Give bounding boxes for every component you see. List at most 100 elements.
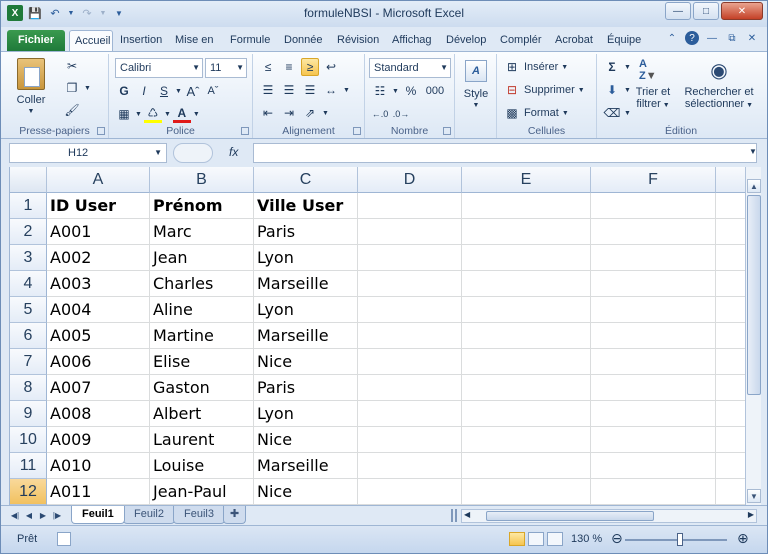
cell[interactable]	[591, 271, 716, 297]
zoom-slider-thumb[interactable]	[677, 533, 683, 546]
cell[interactable]	[358, 427, 462, 453]
column-header-a[interactable]: A	[47, 167, 150, 193]
spreadsheet-grid[interactable]: A B C D E F 1 ID User Prénom Ville User 2 A001 Marc P…	[9, 167, 745, 505]
cell[interactable]	[716, 271, 745, 297]
cell[interactable]: A011	[47, 479, 150, 505]
percent-button[interactable]: %	[402, 82, 420, 100]
cell[interactable]	[358, 193, 462, 219]
cell[interactable]: A007	[47, 375, 150, 401]
row-header-1[interactable]: 1	[10, 193, 47, 219]
cell[interactable]: Lyon	[254, 401, 358, 427]
cell[interactable]	[716, 193, 745, 219]
sort-filter-button[interactable]: A Z▼ Trier et filtrer ▼	[631, 58, 675, 112]
cell[interactable]	[716, 427, 745, 453]
row-header-12[interactable]: 12	[10, 479, 47, 505]
cell[interactable]	[358, 245, 462, 271]
cell[interactable]: A010	[47, 453, 150, 479]
cell[interactable]	[462, 401, 591, 427]
cell[interactable]: A002	[47, 245, 150, 271]
cell[interactable]: A005	[47, 323, 150, 349]
cell[interactable]: Aline	[150, 297, 254, 323]
cell[interactable]: Nice	[254, 427, 358, 453]
horizontal-scrollbar[interactable]: ◀ ▶	[461, 509, 757, 523]
cell[interactable]	[716, 349, 745, 375]
align-bottom-icon[interactable]: ≥	[301, 58, 319, 76]
row-header-11[interactable]: 11	[10, 453, 47, 479]
row-header-5[interactable]: 5	[10, 297, 47, 323]
column-header-b[interactable]: B	[150, 167, 254, 193]
tab-acrobat[interactable]: Acrobat	[550, 30, 598, 51]
cell[interactable]	[358, 401, 462, 427]
cell[interactable]: Jean-Paul	[150, 479, 254, 505]
tab-formulas[interactable]: Formule	[225, 30, 275, 51]
cell[interactable]: Lyon	[254, 245, 358, 271]
doc-restore-icon[interactable]: ⧉	[725, 31, 739, 45]
cell[interactable]: Marseille	[254, 271, 358, 297]
cell[interactable]	[591, 479, 716, 505]
align-middle-icon[interactable]: ≡	[280, 58, 298, 76]
cell[interactable]	[462, 245, 591, 271]
tab-insert[interactable]: Insertion	[115, 30, 167, 51]
page-layout-view-icon[interactable]	[528, 532, 544, 546]
fill-color-icon[interactable]: ♺	[143, 105, 162, 123]
column-header-c[interactable]: C	[254, 167, 358, 193]
cell[interactable]	[462, 219, 591, 245]
sheet-tab-feuil3[interactable]: Feuil3	[173, 506, 225, 524]
cell[interactable]: Lyon	[254, 297, 358, 323]
cell[interactable]	[462, 323, 591, 349]
cell[interactable]: A006	[47, 349, 150, 375]
cell[interactable]	[358, 479, 462, 505]
vertical-scrollbar[interactable]: ▲ ▼	[745, 167, 761, 505]
horizontal-scroll-thumb[interactable]	[486, 511, 654, 521]
insert-cells-button[interactable]: ⊞ Insérer ▼	[503, 57, 568, 77]
cell[interactable]	[591, 349, 716, 375]
cell[interactable]	[716, 479, 745, 505]
tab-team[interactable]: Équipe	[602, 30, 646, 51]
cell[interactable]	[716, 323, 745, 349]
increase-indent-icon[interactable]: ⇥	[280, 104, 298, 122]
row-header-6[interactable]: 6	[10, 323, 47, 349]
cell[interactable]	[591, 375, 716, 401]
cell[interactable]	[358, 219, 462, 245]
cell[interactable]	[462, 375, 591, 401]
prev-sheet-icon[interactable]: ◀	[23, 509, 35, 522]
cell[interactable]: Charles	[150, 271, 254, 297]
column-header-d[interactable]: D	[358, 167, 462, 193]
cell[interactable]	[591, 401, 716, 427]
cell[interactable]: Louise	[150, 453, 254, 479]
cell[interactable]	[462, 479, 591, 505]
row-header-9[interactable]: 9	[10, 401, 47, 427]
cell[interactable]	[716, 297, 745, 323]
cell[interactable]: Marseille	[254, 323, 358, 349]
cell[interactable]	[716, 219, 745, 245]
cut-button[interactable]: ✂	[63, 56, 81, 76]
row-header-8[interactable]: 8	[10, 375, 47, 401]
cell[interactable]: Elise	[150, 349, 254, 375]
row-header-4[interactable]: 4	[10, 271, 47, 297]
font-name-select[interactable]: Calibri ▼	[115, 58, 203, 78]
cell[interactable]	[358, 297, 462, 323]
grow-font-icon[interactable]: Aˆ	[184, 82, 202, 100]
shrink-font-icon[interactable]: Aˇ	[204, 82, 222, 100]
row-header-3[interactable]: 3	[10, 245, 47, 271]
cell[interactable]	[358, 453, 462, 479]
cell[interactable]: Paris	[254, 375, 358, 401]
tab-review[interactable]: Révision	[332, 30, 384, 51]
underline-icon[interactable]: S	[155, 82, 173, 100]
next-sheet-icon[interactable]: ▶	[37, 509, 49, 522]
maximize-button[interactable]: □	[693, 2, 719, 20]
font-color-icon[interactable]: A	[172, 105, 191, 123]
column-header-f[interactable]: F	[591, 167, 716, 193]
currency-icon[interactable]: ☷	[371, 82, 389, 100]
cell[interactable]	[462, 193, 591, 219]
row-header-10[interactable]: 10	[10, 427, 47, 453]
cell[interactable]	[358, 375, 462, 401]
cell[interactable]: Ville User	[254, 193, 358, 219]
scroll-down-icon[interactable]: ▼	[747, 489, 761, 503]
tab-home[interactable]: Accueil	[69, 30, 113, 51]
paste-button[interactable]: Coller ▼	[11, 58, 51, 118]
doc-close-icon[interactable]: ✕	[745, 31, 759, 45]
tab-file[interactable]: Fichier	[7, 30, 65, 51]
minimize-button[interactable]: —	[665, 2, 691, 20]
number-launcher-icon[interactable]	[443, 127, 451, 135]
